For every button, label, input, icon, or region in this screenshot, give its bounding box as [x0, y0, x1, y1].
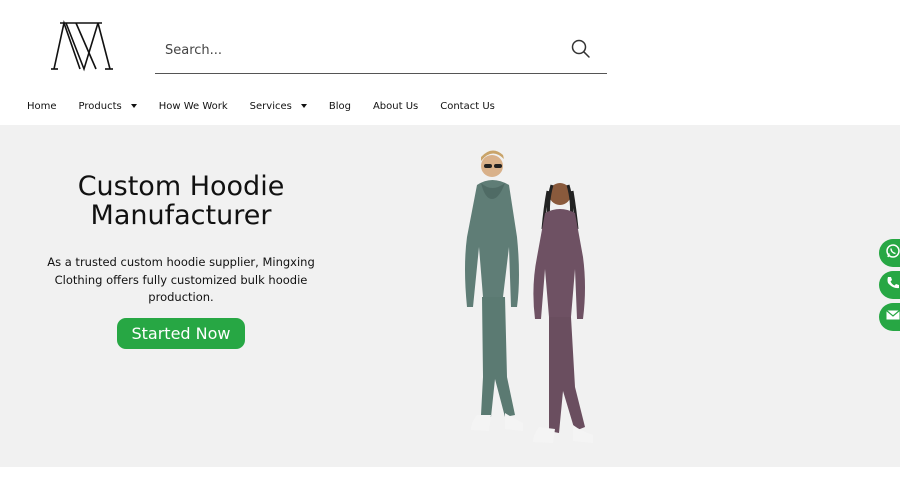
nav-item-blog[interactable]: Blog [329, 101, 351, 112]
nav-item-label: Contact Us [440, 100, 495, 112]
whatsapp-icon [885, 243, 900, 264]
caret-down-icon [300, 104, 307, 108]
caret-down-icon [130, 104, 137, 108]
nav-item-home[interactable]: Home [27, 101, 57, 112]
nav-item-label: Home [27, 100, 57, 112]
nav-item-products[interactable]: Products [79, 101, 137, 112]
nav-item-label: About Us [372, 100, 419, 112]
nav-item-label: How We Work [158, 100, 228, 112]
phone-button[interactable] [879, 271, 900, 299]
page-bottom-spacer [0, 467, 900, 500]
site-header: Home Products How We Work Services Blog … [0, 0, 900, 125]
email-button[interactable] [879, 303, 900, 331]
started-now-button[interactable]: Started Now [117, 318, 245, 349]
email-icon [885, 307, 900, 328]
nav-item-services[interactable]: Services [250, 101, 307, 112]
nav-item-label: Products [78, 100, 122, 112]
nav-item-label: Services [249, 100, 292, 112]
nav-item-contact-us[interactable]: Contact Us [440, 101, 495, 112]
mx-monogram-logo-icon[interactable] [50, 18, 114, 74]
nav-item-about-us[interactable]: About Us [373, 101, 418, 112]
whatsapp-button[interactable] [879, 239, 900, 267]
main-nav: Home Products How We Work Services Blog … [16, 96, 506, 116]
search-bar [155, 27, 607, 74]
hero-description: As a trusted custom hoodie supplier, Min… [47, 255, 315, 304]
hero-models-image [425, 147, 625, 452]
search-icon[interactable] [569, 37, 593, 61]
search-input[interactable] [165, 39, 545, 61]
nav-item-how-we-work[interactable]: How We Work [159, 101, 228, 112]
phone-icon [885, 275, 900, 296]
hero-banner: Custom Hoodie Manufacturer As a trusted … [0, 125, 900, 467]
hero-title: Custom Hoodie Manufacturer [77, 171, 285, 231]
nav-item-label: Blog [328, 100, 351, 112]
